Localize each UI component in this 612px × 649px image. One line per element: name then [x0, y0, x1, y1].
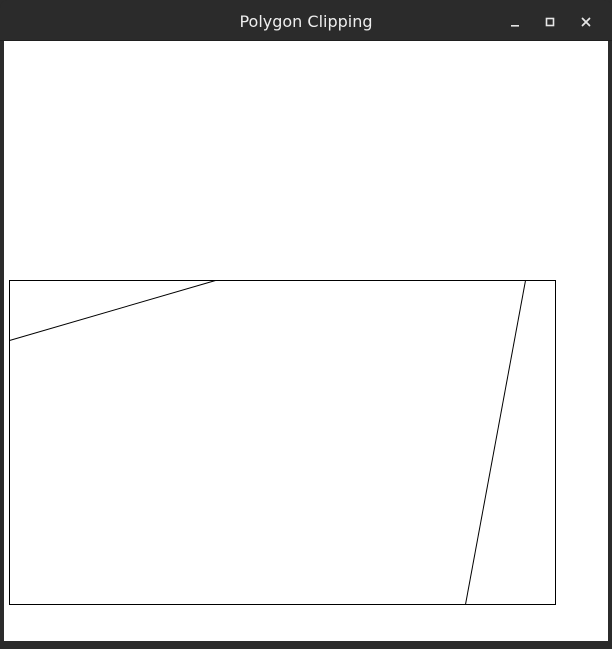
- minimize-icon: [509, 16, 521, 28]
- clip-window-rectangle: [9, 280, 556, 605]
- maximize-button[interactable]: [540, 12, 560, 32]
- maximize-icon: [544, 16, 556, 28]
- title-bar[interactable]: Polygon Clipping: [0, 0, 612, 41]
- clipped-edge-right: [465, 280, 526, 605]
- clipped-edge-top-left: [9, 280, 216, 341]
- close-button[interactable]: [576, 12, 596, 32]
- close-icon: [580, 16, 592, 28]
- app-window: Polygon Clipping: [0, 0, 612, 649]
- clipping-drawing: [9, 280, 556, 605]
- minimize-button[interactable]: [505, 12, 525, 32]
- drawing-canvas[interactable]: [4, 41, 608, 641]
